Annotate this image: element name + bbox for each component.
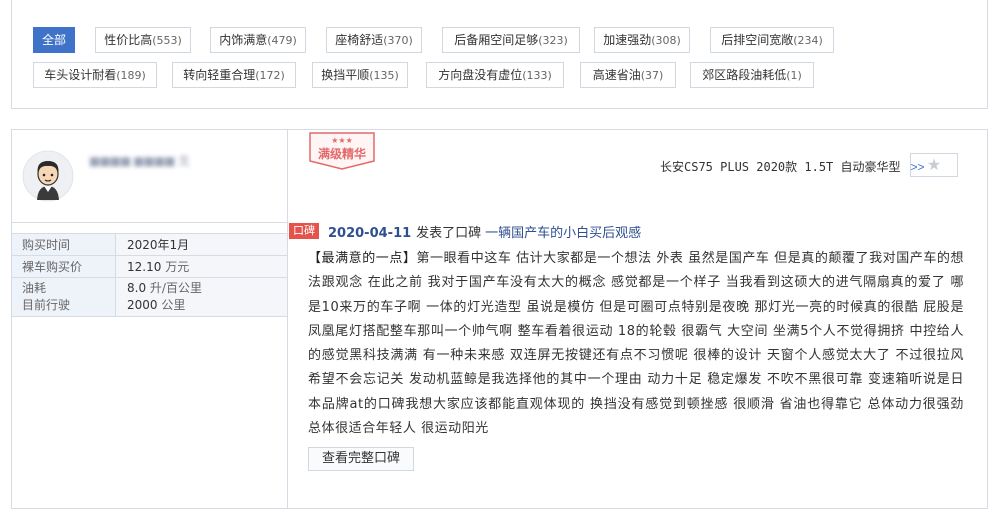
divider bbox=[12, 222, 287, 223]
review-body: 【最满意的一点】第一眼看中这车 估计大家都是一个想法 外表 虽然是国产车 但是真… bbox=[308, 247, 964, 441]
username[interactable]: ■■■■ ■■■■ 戈 bbox=[89, 152, 199, 168]
tag-count: (370) bbox=[383, 34, 413, 47]
tag-count: (234) bbox=[793, 34, 823, 47]
review-date: 2020-04-11 bbox=[328, 226, 412, 241]
mileage-label: 目前行驶 bbox=[22, 298, 71, 312]
tag-suburb-fuel[interactable]: 郊区路段油耗低(1) bbox=[690, 62, 814, 88]
car-model-link[interactable]: 长安CS75 PLUS 2020款 1.5T 自动豪华型 >> bbox=[660, 158, 925, 175]
review-title: 2020-04-11 发表了口碑 一辆国产车的小白买后观感 bbox=[328, 222, 641, 241]
tag-value-for-money[interactable]: 性价比高(553) bbox=[95, 27, 191, 53]
price-label: 裸车购买价 bbox=[12, 255, 116, 278]
tag-interior[interactable]: 内饰满意(479) bbox=[210, 27, 306, 53]
tag-label: 转向轻重合理 bbox=[183, 68, 256, 82]
avatar[interactable] bbox=[22, 150, 74, 202]
tag-count: (323) bbox=[538, 34, 568, 47]
tag-count: (37) bbox=[640, 69, 664, 82]
review-headline[interactable]: 一辆国产车的小白买后观感 bbox=[485, 226, 641, 241]
tag-label: 座椅舒适 bbox=[335, 33, 384, 47]
tag-count: (133) bbox=[522, 69, 552, 82]
tag-count: (1) bbox=[786, 69, 802, 82]
price-value: 12.10 bbox=[127, 260, 162, 274]
tag-label: 加速强劲 bbox=[603, 33, 652, 47]
purchase-time-label: 购买时间 bbox=[12, 233, 116, 256]
price-cell: 12.10 万元 bbox=[115, 255, 287, 278]
mileage-unit: 公里 bbox=[161, 298, 186, 312]
tag-rear-space[interactable]: 后排空间宽敞(234) bbox=[710, 27, 834, 53]
tag-count: (479) bbox=[267, 34, 297, 47]
fuel-unit: 升/百公里 bbox=[149, 281, 202, 295]
stamp-stars: ★★★ bbox=[331, 136, 353, 145]
tag-count: (308) bbox=[651, 34, 681, 47]
purchase-info-table: 购买时间 2020年1月 裸车购买价 12.10 万元 油耗目前行驶 8.0 升… bbox=[12, 233, 287, 317]
section-label: 【最满意的一点】 bbox=[308, 251, 417, 266]
tag-label: 后备厢空间足够 bbox=[454, 33, 539, 47]
tag-count: (172) bbox=[255, 69, 285, 82]
tag-label: 全部 bbox=[41, 33, 66, 47]
tag-label: 车头设计耐看 bbox=[44, 68, 117, 82]
mileage-value: 2000 bbox=[127, 298, 158, 312]
tag-all[interactable]: 全部 bbox=[33, 27, 75, 53]
purchase-time-value: 2020年1月 bbox=[115, 233, 287, 256]
user-avatar-icon bbox=[22, 150, 74, 202]
fuel-label: 油耗 bbox=[22, 281, 47, 295]
tag-label: 换挡平顺 bbox=[321, 68, 370, 82]
review-text: 第一眼看中这车 估计大家都是一个想法 外表 虽然是国产车 但是真的颠覆了我对国产… bbox=[308, 251, 964, 437]
tag-acceleration[interactable]: 加速强劲(308) bbox=[594, 27, 690, 53]
view-full-review-button[interactable]: 查看完整口碑 bbox=[308, 447, 414, 471]
tag-smooth-shifting[interactable]: 换挡平顺(135) bbox=[312, 62, 408, 88]
tag-trunk-space[interactable]: 后备厢空间足够(323) bbox=[442, 27, 580, 53]
tag-label: 方向盘没有虚位 bbox=[438, 68, 523, 82]
favorite-button[interactable]: ★ bbox=[910, 153, 958, 177]
stamp-text: 满级精华 bbox=[318, 146, 366, 161]
tag-filter-panel: 全部 性价比高(553) 内饰满意(479) 座椅舒适(370) 后备厢空间足够… bbox=[11, 0, 988, 109]
tag-seats[interactable]: 座椅舒适(370) bbox=[326, 27, 422, 53]
tag-front-design[interactable]: 车头设计耐看(189) bbox=[33, 62, 157, 88]
fuel-value: 8.0 bbox=[127, 281, 147, 295]
review-card: ■■■■ ■■■■ 戈 购买时间 2020年1月 裸车购买价 12.10 万元 … bbox=[11, 129, 988, 509]
tag-count: (189) bbox=[116, 69, 146, 82]
fuel-mileage-values: 8.0 升/百公里 2000 公里 bbox=[115, 277, 287, 317]
tag-count: (135) bbox=[369, 69, 399, 82]
fuel-mileage-labels: 油耗 目前行驶 bbox=[12, 277, 116, 317]
review-badge: 口碑 bbox=[289, 223, 319, 239]
star-icon: ★ bbox=[926, 155, 942, 174]
price-unit: 万元 bbox=[165, 260, 190, 274]
tag-highway-fuel[interactable]: 高速省油(37) bbox=[580, 62, 676, 88]
review-action: 发表了口碑 bbox=[416, 226, 482, 241]
premium-stamp: ★★★ 满级精华 bbox=[307, 131, 377, 171]
user-panel: ■■■■ ■■■■ 戈 购买时间 2020年1月 裸车购买价 12.10 万元 … bbox=[12, 130, 288, 508]
tag-count: (553) bbox=[152, 34, 182, 47]
tag-label: 内饰满意 bbox=[219, 33, 268, 47]
tag-label: 郊区路段油耗低 bbox=[702, 68, 787, 82]
stamp-icon: ★★★ 满级精华 bbox=[309, 132, 375, 170]
tag-label: 性价比高 bbox=[104, 33, 153, 47]
tag-steering-weight[interactable]: 转向轻重合理(172) bbox=[172, 62, 296, 88]
car-model: 长安CS75 PLUS 2020款 1.5T 自动豪华型 bbox=[660, 160, 901, 174]
tag-steering-no-play[interactable]: 方向盘没有虚位(133) bbox=[426, 62, 564, 88]
tag-label: 后排空间宽敞 bbox=[721, 33, 794, 47]
tag-label: 高速省油 bbox=[592, 68, 641, 82]
